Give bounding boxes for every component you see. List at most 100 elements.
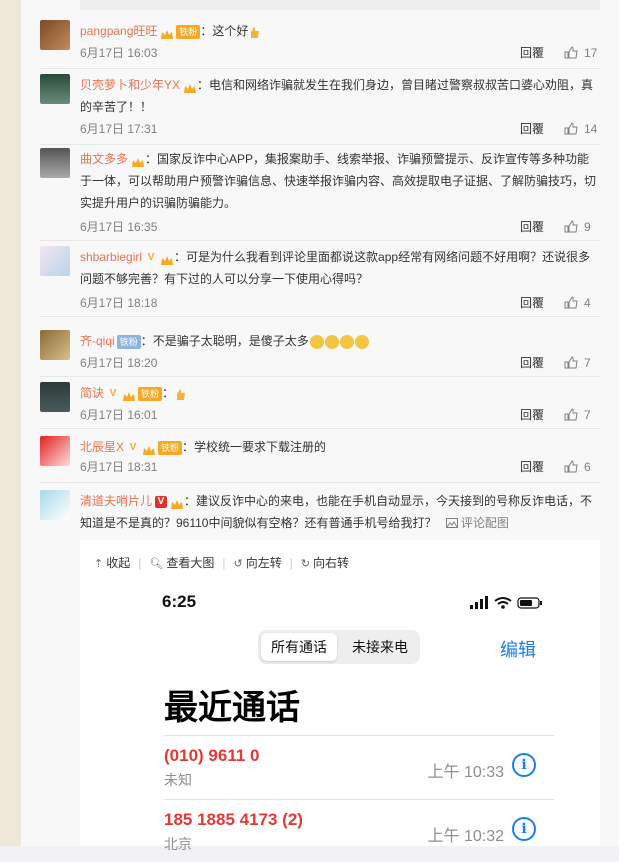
comment-content: ： bbox=[162, 386, 175, 400]
like-button[interactable]: 9 bbox=[564, 218, 600, 236]
comment-meta: 6月17日 17:31 回覆 14 bbox=[80, 120, 600, 138]
comment-date: 6月17日 18:18 bbox=[80, 296, 158, 310]
like-button[interactable]: 6 bbox=[564, 458, 600, 476]
like-icon bbox=[564, 356, 578, 369]
emoji-icon bbox=[309, 334, 324, 349]
emoji-icon bbox=[339, 334, 354, 349]
reply-button[interactable]: 回覆 bbox=[520, 406, 544, 424]
view-large-label: 查看大图 bbox=[166, 556, 215, 570]
reply-button[interactable]: 回覆 bbox=[520, 120, 544, 138]
username-link[interactable]: 曲文多多 bbox=[80, 152, 128, 166]
username-link[interactable]: 齐-qiqi bbox=[80, 334, 115, 348]
comment-text: pangpang旺旺 铁粉 ：这个好 bbox=[80, 20, 600, 42]
like-button[interactable]: 4 bbox=[564, 294, 600, 312]
like-button[interactable]: 7 bbox=[564, 354, 600, 372]
username-link[interactable]: 贝壳萝卜和少年YX bbox=[80, 78, 180, 92]
divider: | bbox=[138, 556, 142, 570]
info-icon[interactable]: i bbox=[512, 753, 536, 777]
username-link[interactable]: shbarbiegirl bbox=[80, 250, 142, 264]
crown-icon bbox=[183, 80, 197, 93]
comment-text: shbarbiegirl V ：可是为什么我看到评论里面都说这款app经常有网络问题… bbox=[80, 246, 600, 290]
fan-badge: 铁粉 bbox=[158, 440, 183, 455]
comment-item: 贝壳萝卜和少年YX ：电信和网络诈骗就发生在我们身边，曾目睹过警察叔叔苦口婆心劝阻… bbox=[40, 74, 600, 145]
magnifier-icon: 🔍︎ bbox=[149, 558, 164, 570]
thumbs-up-emoji bbox=[174, 387, 186, 401]
reply-button[interactable]: 回覆 bbox=[520, 44, 544, 62]
comment-content: ：这个好 bbox=[200, 24, 249, 38]
iron-fan-badge: 铁粉 bbox=[116, 334, 141, 349]
tab-all-calls[interactable]: 所有通话 bbox=[261, 633, 337, 661]
comment-content: ：不是骗子太聪明，是傻子太多 bbox=[140, 334, 309, 348]
reply-button[interactable]: 回覆 bbox=[520, 294, 544, 312]
view-large-button[interactable]: 🔍︎ 查看大图 bbox=[149, 554, 214, 571]
rotate-left-button[interactable]: ↺ 向左转 bbox=[233, 554, 281, 571]
crown-icon bbox=[142, 442, 156, 455]
like-count: 9 bbox=[584, 220, 591, 234]
like-icon bbox=[564, 46, 578, 59]
call-time: 上午 10:33 bbox=[427, 764, 505, 781]
like-count: 14 bbox=[584, 122, 598, 136]
comment-item: pangpang旺旺 铁粉 ：这个好 6月17日 16:03 回覆 17 bbox=[40, 20, 600, 69]
tab-missed-calls[interactable]: 未接来电 bbox=[342, 633, 418, 661]
rotate-right-icon: ↻ bbox=[300, 558, 311, 570]
crown-icon bbox=[160, 26, 174, 39]
comment-body: shbarbiegirl V ：可是为什么我看到评论里面都说这款app经常有网络问题… bbox=[80, 246, 600, 290]
comment-body: 贝壳萝卜和少年YX ：电信和网络诈骗就发生在我们身边，曾目睹过警察叔叔苦口婆心劝阻… bbox=[80, 74, 600, 118]
comment-text: 齐-qiqi 铁粉 ：不是骗子太聪明，是傻子太多 bbox=[80, 330, 600, 352]
like-icon bbox=[564, 122, 578, 135]
viewer-toolbar: ⇡ 收起 | 🔍︎ 查看大图 | ↺ 向左转 | ↻ 向右转 bbox=[94, 554, 349, 570]
call-row[interactable]: 185 1885 4173 (2) 北京 上午 10:32 i bbox=[164, 799, 554, 862]
avatar[interactable] bbox=[40, 148, 70, 178]
info-icon[interactable]: i bbox=[512, 817, 536, 841]
comment-content: ：学校统一要求下载注册的 bbox=[182, 440, 327, 454]
crown-icon bbox=[170, 496, 184, 509]
signal-wifi-battery-icon bbox=[470, 596, 542, 609]
reply-button[interactable]: 回覆 bbox=[520, 458, 544, 476]
call-location: 北京 bbox=[164, 836, 192, 852]
avatar[interactable] bbox=[40, 436, 70, 466]
comment-text: 简诀 V 铁粉： bbox=[80, 382, 600, 404]
comment-body: 曲文多多 ：国家反诈中心APP，集报案助手、线索举报、诈骗预警提示、反诈宣传等多种… bbox=[80, 148, 600, 214]
comment-meta: 6月17日 18:20 回覆 7 bbox=[80, 354, 600, 372]
left-margin-strip bbox=[0, 0, 21, 846]
status-time: 6:25 bbox=[162, 592, 197, 611]
top-divider bbox=[80, 0, 600, 10]
username-link[interactable]: 清道夫哨片儿 bbox=[80, 494, 152, 508]
divider: | bbox=[222, 556, 226, 570]
avatar[interactable] bbox=[40, 330, 70, 360]
like-count: 4 bbox=[584, 296, 591, 310]
avatar[interactable] bbox=[40, 490, 70, 520]
rotate-right-button[interactable]: ↻ 向右转 bbox=[301, 554, 349, 571]
reply-button[interactable]: 回覆 bbox=[520, 218, 544, 236]
image-link-label: 评论配图 bbox=[460, 516, 509, 530]
collapse-button[interactable]: ⇡ 收起 bbox=[94, 554, 130, 571]
username-link[interactable]: pangpang旺旺 bbox=[80, 24, 157, 38]
avatar[interactable] bbox=[40, 74, 70, 104]
avatar[interactable] bbox=[40, 246, 70, 276]
edit-button[interactable]: 编辑 bbox=[500, 636, 536, 662]
like-button[interactable]: 14 bbox=[564, 120, 600, 138]
username-link[interactable]: 北辰星X bbox=[80, 440, 124, 454]
comment-date: 6月17日 16:35 bbox=[80, 220, 158, 234]
like-count: 7 bbox=[584, 356, 591, 370]
emoji-icon bbox=[324, 334, 339, 349]
rotate-left-icon: ↺ bbox=[233, 558, 243, 570]
call-row[interactable]: (010) 9611 0 未知 上午 10:33 i bbox=[164, 735, 554, 798]
crown-icon bbox=[160, 252, 174, 265]
username-link[interactable]: 简诀 bbox=[80, 386, 104, 400]
avatar[interactable] bbox=[40, 382, 70, 412]
comment-meta: 6月17日 16:35 回覆 9 bbox=[80, 218, 600, 236]
comment-body: 齐-qiqi 铁粉 ：不是骗子太聪明，是傻子太多 bbox=[80, 330, 600, 352]
like-button[interactable]: 7 bbox=[564, 406, 600, 424]
reply-button[interactable]: 回覆 bbox=[520, 354, 544, 372]
avatar[interactable] bbox=[40, 20, 70, 50]
comment-item: shbarbiegirl V ：可是为什么我看到评论里面都说这款app经常有网络问题… bbox=[40, 246, 600, 317]
comment-image-link[interactable]: 评论配图 bbox=[445, 516, 509, 530]
page-title: 最近通话 bbox=[164, 689, 300, 727]
comment-body: 北辰星X V 铁粉 ：学校统一要求下载注册的 bbox=[80, 436, 600, 458]
rotate-right-label: 向右转 bbox=[313, 556, 350, 570]
like-count: 7 bbox=[584, 408, 591, 422]
comment-date: 6月17日 18:20 bbox=[80, 356, 158, 370]
comment-item: 清道夫哨片儿 V ：建议反诈中心的来电，也能在手机自动显示，今天接到的号称反诈电话，… bbox=[40, 490, 600, 540]
like-button[interactable]: 17 bbox=[564, 44, 600, 62]
